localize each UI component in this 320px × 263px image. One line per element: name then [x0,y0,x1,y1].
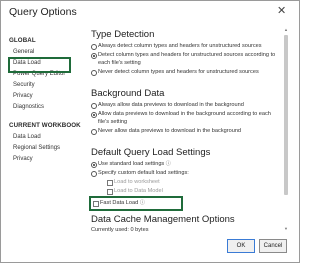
sidebar-item-workbook-data-load[interactable]: Data Load [13,134,41,140]
close-icon[interactable]: ✕ [277,4,286,17]
sidebar-item-general[interactable]: General [13,49,34,55]
sidebar-item-workbook-privacy[interactable]: Privacy [13,156,33,162]
background-data-heading: Background Data [91,88,165,99]
global-header: GLOBAL [9,37,36,44]
radio-button-selected[interactable] [91,162,97,168]
scroll-up-arrow-icon[interactable]: ▲ [283,27,289,32]
title-bar: Query Options ✕ [1,1,299,25]
scroll-thumb[interactable] [284,35,288,195]
sidebar-item-regional-settings[interactable]: Regional Settings [13,145,60,151]
radio-button-selected[interactable] [91,53,97,59]
scroll-down-arrow-icon[interactable]: ▼ [283,226,289,231]
default-query-load-heading: Default Query Load Settings [91,147,211,158]
sidebar-item-privacy[interactable]: Privacy [13,93,33,99]
cancel-button[interactable]: Cancel [259,239,287,253]
checkbox [107,180,113,186]
sidebar-item-security[interactable]: Security [13,82,35,88]
radio-button[interactable] [91,103,97,109]
checkbox [107,189,113,195]
data-cache-heading: Data Cache Management Options [91,214,235,225]
dialog-title: Query Options [9,6,77,18]
info-icon: ⓘ [165,161,171,167]
radio-button[interactable] [91,129,97,135]
current-workbook-header: CURRENT WORKBOOK [9,122,81,129]
query-options-dialog: Query Options ✕ GLOBAL General Data Load… [0,0,300,263]
radio-button[interactable] [91,44,97,50]
selected-item-highlight [8,57,71,73]
scrollbar[interactable]: ▲ ▼ [283,27,289,231]
radio-button-selected[interactable] [91,112,97,118]
type-detection-heading: Type Detection [91,29,155,40]
radio-button[interactable] [91,70,97,76]
radio-button[interactable] [91,171,97,177]
ok-button[interactable]: OK [227,239,255,253]
fast-data-load-highlight [89,196,183,211]
sidebar-item-diagnostics[interactable]: Diagnostics [13,104,44,110]
